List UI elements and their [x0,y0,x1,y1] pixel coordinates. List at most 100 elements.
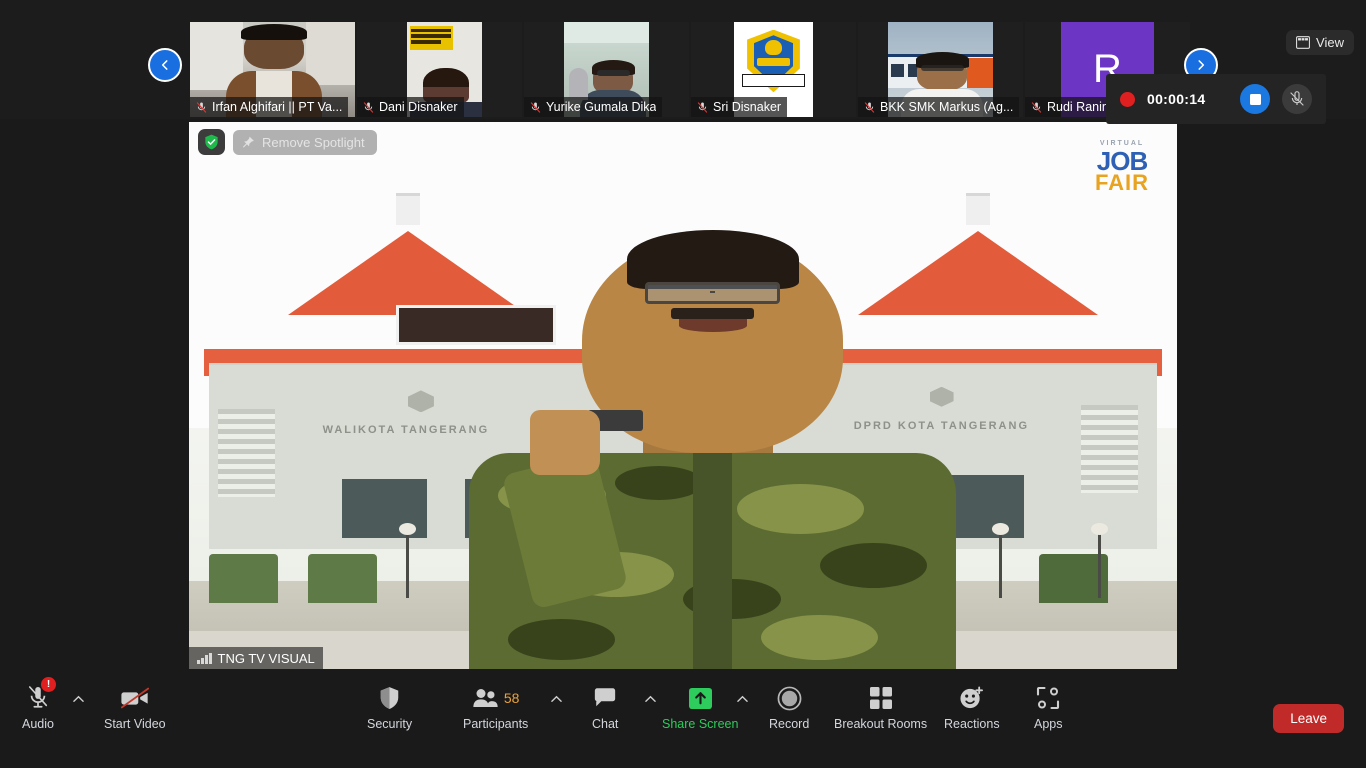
toolbar-reactions-button[interactable]: Reactions [944,681,1000,741]
toolbar-start-video-label: Start Video [104,717,166,731]
view-button-label: View [1316,35,1344,50]
toolbar-chat-label: Chat [592,717,618,731]
chat-options-caret[interactable] [642,691,658,707]
toolbar-apps-button[interactable]: Apps [1034,681,1063,741]
remove-spotlight-label: Remove Spotlight [262,135,365,150]
record-dot-icon [1120,92,1135,107]
thumbnail-participant[interactable]: Irfan Alghifari || PT Va... [190,22,355,117]
chevron-left-icon [158,58,172,72]
scene-person-hair [627,230,799,288]
chevron-right-icon [1194,58,1208,72]
mic-off-icon [1031,101,1042,114]
stage-speaker-name: TNG TV VISUAL [218,651,315,666]
thumbnail-name-bar: BKK SMK Markus (Ag... [858,97,1019,117]
apps-bracket-icon [1036,681,1060,715]
people-icon: 58 [472,681,520,715]
toolbar-record-button[interactable]: Record [769,681,809,741]
toolbar-record-label: Record [769,717,809,731]
pin-icon [242,135,255,149]
thumbnail-name: BKK SMK Markus (Ag... [880,100,1013,114]
thumbnail-participant[interactable]: BKK SMK Markus (Ag... [858,22,1023,117]
participants-count: 58 [504,690,520,706]
mic-off-icon [530,101,541,114]
thumbnail-name: Yurike Gumala Dika [546,100,656,114]
thumbnail-list: Irfan Alghifari || PT Va... [190,22,1190,117]
toolbar-apps-label: Apps [1034,717,1063,731]
security-shield-badge[interactable] [198,129,225,155]
scene-spire-left [396,193,420,225]
chat-bubble-icon [593,681,617,715]
recording-indicator-bar: 00:00:14 [1106,74,1326,124]
toolbar-audio-label: Audio [22,717,54,731]
toolbar-chat-button[interactable]: Chat [592,681,618,741]
filmstrip-prev-button[interactable] [148,48,182,82]
thumbnail-participant[interactable]: Dani Disnaker [357,22,522,117]
remove-spotlight-button[interactable]: Remove Spotlight [233,130,377,155]
active-speaker-stage[interactable]: WALIKOTA TANGERANG DPRD KOTA TANGERANG [189,122,1177,669]
mic-off-icon [363,101,374,114]
video-off-icon [120,681,150,715]
toolbar-start-video-button[interactable]: Start Video [104,681,166,741]
toolbar-share-screen-button[interactable]: Share Screen [662,681,738,741]
zoom-meeting-window: Irfan Alghifari || PT Va... [0,0,1366,768]
record-circle-icon [777,681,802,715]
mic-off-icon [196,101,207,114]
scene-spire-right [966,193,990,225]
scene-person-mustache [671,308,754,319]
thumbnail-participant[interactable]: Sri Disnaker [691,22,856,117]
scene-hedge [209,554,278,603]
mic-off-icon [1289,91,1305,107]
recording-mute-button[interactable] [1282,84,1312,114]
thumbnail-name-bar: Dani Disnaker [357,97,464,117]
leave-meeting-button[interactable]: Leave [1273,704,1344,733]
audio-alert-badge: ! [41,677,56,692]
speaker-video: WALIKOTA TANGERANG DPRD KOTA TANGERANG [189,122,1177,669]
participants-options-caret[interactable] [548,691,564,707]
stop-recording-button[interactable] [1240,84,1270,114]
toolbar-share-screen-label: Share Screen [662,717,738,731]
scene-lamp [1098,532,1101,598]
chevron-up-icon [73,695,84,703]
scene-building-left-text: WALIKOTA TANGERANG [323,424,490,436]
scene-lamp [406,532,409,598]
scene-lamp [999,532,1002,598]
scene-hedge [308,554,377,603]
thumbnail-name-bar: Irfan Alghifari || PT Va... [190,97,348,117]
toolbar-security-button[interactable]: Security [367,681,412,741]
toolbar-breakout-rooms-button[interactable]: Breakout Rooms [834,681,927,741]
grid-squares-icon [869,681,893,715]
toolbar-reactions-label: Reactions [944,717,1000,731]
mic-off-icon [697,101,708,114]
toolbar-participants-button[interactable]: 58 Participants [463,681,528,741]
grid-view-icon [1296,36,1310,49]
scene-person-glasses [645,282,781,304]
virtual-job-fair-logo: VIRTUAL JOB FAIR [1079,136,1165,198]
stage-speaker-name-bar: TNG TV VISUAL [189,647,323,669]
scene-person-fist [530,410,600,475]
mic-off-icon [864,101,875,114]
logo-fair-text: FAIR [1095,172,1149,194]
scene-person-mouth [679,319,747,332]
thumbnail-participant[interactable]: Yurike Gumala Dika [524,22,689,117]
security-shield-icon [204,134,219,150]
thumbnail-name-bar: Yurike Gumala Dika [524,97,662,117]
thumbnail-name: Sri Disnaker [713,100,781,114]
recording-elapsed-time: 00:00:14 [1147,91,1228,107]
thumbnail-name: Irfan Alghifari || PT Va... [212,100,342,114]
thumbnail-name: Dani Disnaker [379,100,458,114]
meeting-toolbar: ! Audio Start Video [0,669,1366,768]
share-screen-icon [688,681,713,715]
toolbar-security-label: Security [367,717,412,731]
stop-square-icon [1250,94,1261,105]
toolbar-breakout-rooms-label: Breakout Rooms [834,717,927,731]
scene-roof-left [288,231,528,315]
stage-top-left-controls: Remove Spotlight [198,129,377,155]
view-button[interactable]: View [1286,30,1354,55]
toolbar-participants-label: Participants [463,717,528,731]
audio-options-caret[interactable] [70,691,86,707]
toolbar-audio-button[interactable]: ! Audio [22,681,54,741]
smiley-plus-icon [959,681,984,715]
mic-off-icon: ! [27,681,49,715]
scene-speaker-person [495,237,930,669]
signal-bars-icon [197,653,212,664]
